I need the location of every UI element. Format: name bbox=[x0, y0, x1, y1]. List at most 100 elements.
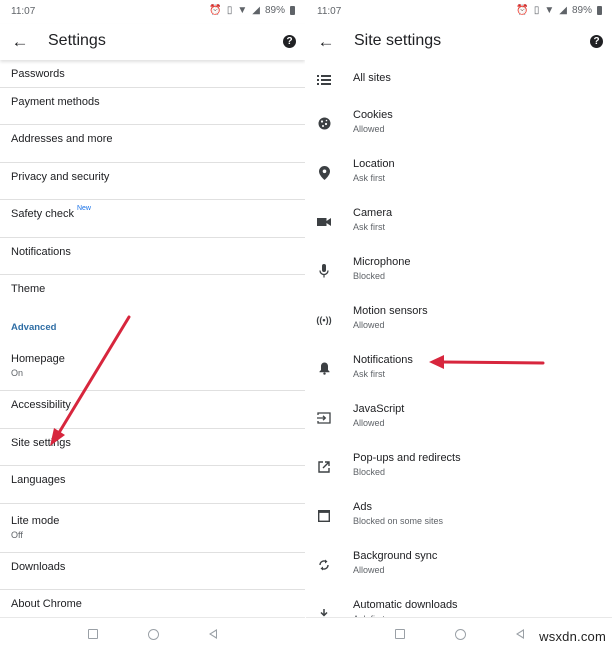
signal-icon: ◢ bbox=[252, 5, 260, 16]
site-setting-javascript[interactable]: JavaScript Allowed bbox=[306, 393, 612, 442]
popup-icon bbox=[316, 459, 332, 475]
settings-item-passwords[interactable]: Passwords bbox=[0, 60, 305, 88]
item-label: Downloads bbox=[11, 560, 66, 573]
item-label: Homepage bbox=[11, 353, 65, 366]
site-setting-location[interactable]: Location Ask first bbox=[306, 148, 612, 197]
item-label: Safety check bbox=[11, 208, 74, 221]
settings-item-homepage[interactable]: Homepage On bbox=[0, 342, 305, 392]
item-label: Background sync bbox=[353, 550, 438, 562]
vibrate-icon: ▯ bbox=[533, 5, 540, 16]
settings-item-site-settings[interactable]: Site settings bbox=[0, 429, 305, 467]
settings-item-safety-check[interactable]: Safety check New bbox=[0, 200, 305, 238]
site-setting-ads[interactable]: Ads Blocked on some sites bbox=[306, 491, 612, 540]
item-label: JavaScript bbox=[353, 403, 405, 415]
site-setting-automatic-downloads[interactable]: Automatic downloadsAsk first bbox=[306, 589, 612, 618]
item-label: Camera bbox=[353, 207, 393, 219]
alarm-icon: ⏰ bbox=[516, 5, 529, 16]
javascript-icon bbox=[316, 410, 332, 426]
site-setting-microphone[interactable]: Microphone Blocked bbox=[306, 246, 612, 295]
item-sublabel: On bbox=[11, 368, 24, 379]
status-bar: 11:07 ⏰ ▯ ▼ ◢ 89% bbox=[306, 0, 612, 24]
bell-icon bbox=[316, 361, 332, 377]
item-label: Notifications bbox=[353, 354, 413, 366]
help-icon[interactable]: ? bbox=[283, 35, 296, 48]
page-title: Settings bbox=[48, 32, 106, 49]
settings-item-languages[interactable]: Languages bbox=[0, 466, 305, 504]
item-status: Allowed bbox=[353, 320, 385, 330]
app-bar: ← Site settings ? bbox=[306, 24, 612, 60]
item-status: Allowed bbox=[353, 565, 385, 575]
item-label: Accessibility bbox=[11, 399, 71, 412]
item-label: Payment methods bbox=[11, 96, 100, 108]
item-status: Ask first bbox=[353, 222, 386, 232]
back-button[interactable] bbox=[209, 629, 217, 639]
signal-icon: ◢ bbox=[559, 5, 567, 16]
home-button[interactable] bbox=[148, 628, 159, 640]
item-status: Allowed bbox=[353, 124, 385, 134]
item-label: Site settings bbox=[11, 436, 71, 449]
settings-item-addresses[interactable]: Addresses and more bbox=[0, 125, 305, 163]
recents-button[interactable] bbox=[88, 629, 98, 639]
settings-item-payment-methods[interactable]: Payment methods bbox=[0, 88, 305, 126]
back-button[interactable] bbox=[515, 629, 524, 639]
settings-list[interactable]: Passwords Payment methods Addresses and … bbox=[0, 60, 305, 618]
item-label: Location bbox=[353, 158, 395, 170]
settings-item-lite-mode[interactable]: Lite mode Off bbox=[0, 504, 305, 553]
site-setting-cookies[interactable]: Cookies Allowed bbox=[306, 99, 612, 148]
site-setting-popups[interactable]: Pop-ups and redirects Blocked bbox=[306, 442, 612, 491]
section-header-advanced: Advanced bbox=[0, 312, 305, 342]
item-status: Ask first bbox=[353, 369, 386, 379]
site-settings-list[interactable]: All sites Cookies Allowed Location Ask fir… bbox=[306, 60, 612, 618]
settings-item-about-chrome[interactable]: About Chrome bbox=[0, 590, 305, 618]
sync-icon bbox=[316, 557, 332, 573]
item-label: Theme bbox=[11, 282, 46, 295]
settings-screen: 11:07 ⏰ ▯ ▼ ◢ 89% ← Settings ? Passwords… bbox=[0, 0, 305, 650]
item-label: Lite mode bbox=[11, 514, 60, 527]
status-time: 11:07 bbox=[11, 6, 36, 17]
item-label: Addresses and more bbox=[11, 133, 113, 146]
microphone-icon bbox=[316, 263, 332, 279]
list-icon bbox=[316, 72, 332, 88]
settings-item-theme[interactable]: Theme bbox=[0, 275, 305, 312]
item-label: Ads bbox=[353, 501, 372, 513]
site-setting-notifications[interactable]: Notifications Ask first bbox=[306, 344, 612, 393]
help-icon[interactable]: ? bbox=[590, 35, 603, 48]
site-setting-motion-sensors[interactable]: ((•)) Motion sensors Allowed bbox=[306, 295, 612, 344]
home-button[interactable] bbox=[454, 628, 466, 640]
item-label: Motion sensors bbox=[353, 305, 428, 317]
motion-sensors-icon: ((•)) bbox=[316, 314, 332, 325]
status-time: 11:07 bbox=[317, 6, 342, 17]
watermark: wsxdn.com bbox=[539, 629, 606, 644]
battery-icon bbox=[597, 6, 602, 15]
item-label: All sites bbox=[353, 72, 391, 84]
item-status: Blocked bbox=[353, 271, 386, 281]
alarm-icon: ⏰ bbox=[209, 5, 222, 16]
settings-item-notifications[interactable]: Notifications bbox=[0, 238, 305, 275]
settings-item-accessibility[interactable]: Accessibility bbox=[0, 391, 305, 429]
status-bar: 11:07 ⏰ ▯ ▼ ◢ 89% bbox=[0, 0, 305, 24]
item-label: Privacy and security bbox=[11, 170, 110, 183]
item-label: Languages bbox=[11, 474, 66, 487]
battery-icon bbox=[290, 6, 295, 15]
recents-button[interactable] bbox=[394, 629, 405, 639]
section-label: Advanced bbox=[11, 322, 57, 334]
settings-item-downloads[interactable]: Downloads bbox=[0, 553, 305, 590]
site-setting-all-sites[interactable]: All sites bbox=[306, 60, 612, 99]
back-arrow-icon[interactable]: ← bbox=[10, 32, 30, 52]
settings-item-privacy[interactable]: Privacy and security bbox=[0, 163, 305, 201]
item-status: Blocked on some sites bbox=[353, 516, 444, 526]
site-setting-background-sync[interactable]: Background sync Allowed bbox=[306, 540, 612, 589]
site-settings-screen: 11:07 ⏰ ▯ ▼ ◢ 89% ← Site settings ? All … bbox=[306, 0, 612, 650]
item-status: Allowed bbox=[353, 418, 385, 428]
site-setting-camera[interactable]: Camera Ask first bbox=[306, 197, 612, 246]
item-label: Microphone bbox=[353, 256, 411, 268]
item-label: Notifications bbox=[11, 245, 71, 258]
camera-icon bbox=[316, 214, 332, 230]
wifi-icon: ▼ bbox=[237, 5, 248, 16]
item-label: Automatic downloads bbox=[353, 599, 458, 611]
item-status: Ask first bbox=[353, 173, 386, 183]
item-label: About Chrome bbox=[11, 597, 82, 610]
item-label: Passwords bbox=[11, 68, 65, 80]
back-arrow-icon[interactable]: ← bbox=[316, 32, 336, 52]
wifi-icon: ▼ bbox=[544, 5, 555, 16]
